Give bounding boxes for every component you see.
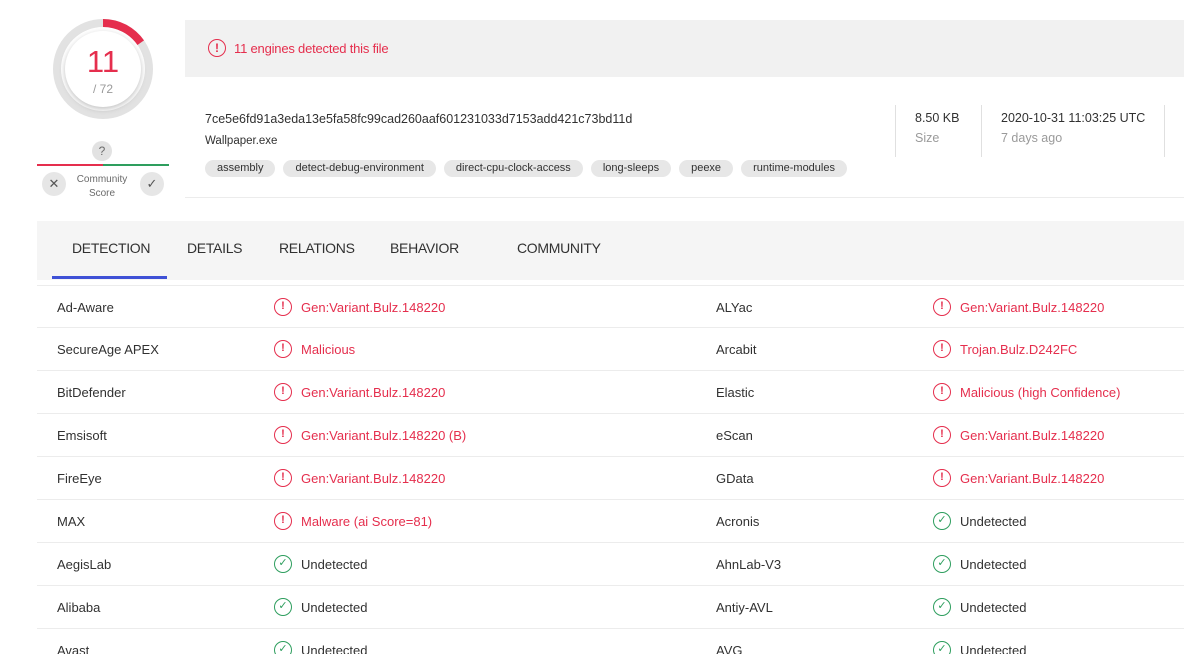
meta-divider [981, 105, 982, 157]
alert-circle-icon: ! [274, 469, 292, 487]
tag-runtime-modules[interactable]: runtime-modules [741, 160, 847, 177]
detection-result: Undetected [301, 557, 368, 572]
detection-result: Undetected [301, 600, 368, 615]
table-row: Alibaba ✓ Undetected Antiy-AVL ✓ Undetected [37, 586, 1184, 629]
table-row: Emsisoft! Gen:Variant.Bulz.148220 (B) eSca… [37, 414, 1184, 457]
file-name: Wallpaper.exe [205, 135, 278, 147]
alert-circle-icon: ! [274, 426, 292, 444]
table-row: Ad-Aware! Gen:Variant.Bulz.148220 ALYac! Ge… [37, 285, 1184, 328]
file-size-value: 8.50 KB [915, 111, 960, 125]
detection-result: Malicious [301, 342, 356, 357]
analysis-date-value: 2020-10-31 11:03:25 UTC [1001, 111, 1146, 125]
check-circle-icon: ✓ [933, 598, 951, 616]
alert-circle-icon: ! [274, 298, 292, 316]
community-label-line2: Score [88, 188, 116, 199]
alert-circle-icon: ! [933, 340, 951, 358]
tag-direct-cpu-clock-access[interactable]: direct-cpu-clock-access [443, 160, 583, 177]
detected-count: 11 [86, 44, 120, 79]
detection-result: Undetected [960, 514, 1027, 529]
check-circle-icon: ✓ [933, 512, 951, 530]
vote-harmless-button[interactable]: ✓ [140, 172, 164, 196]
detection-alert-text: 11 engines detected this file [234, 41, 389, 56]
file-tags: assembly detect-debug-environment direct… [205, 160, 847, 177]
table-row: SecureAge APEX! Malicious Arcabit! Trojan.B… [37, 328, 1184, 371]
tag-assembly[interactable]: assembly [205, 160, 276, 177]
meta-divider [895, 105, 896, 157]
file-hash[interactable]: 7ce5e6fd91a3eda13e5fa58fc99cad260aaf6012… [205, 112, 632, 126]
engine-name: SecureAge APEX [57, 342, 159, 357]
check-circle-icon: ✓ [274, 598, 292, 616]
table-row: AegisLab ✓ Undetected AhnLab-V3 ✓ Undetected [37, 543, 1184, 586]
alert-circle-icon: ! [274, 383, 292, 401]
detection-result: Undetected [301, 643, 368, 654]
engine-name: Elastic [716, 385, 755, 400]
detection-result: Gen:Variant.Bulz.148220 [301, 385, 446, 400]
alert-circle-icon: ! [208, 39, 226, 57]
detection-result: Gen:Variant.Bulz.148220 [301, 300, 446, 315]
detection-result: Undetected [960, 600, 1027, 615]
engine-name: MAX [57, 514, 86, 529]
table-row: Avast ✓ Undetected AVG ✓ Undetected [37, 629, 1184, 654]
engine-name: FireEye [57, 471, 102, 486]
community-score-label: Community Score [70, 173, 134, 201]
tab-details[interactable]: DETAILS [187, 240, 243, 256]
detection-result: Gen:Variant.Bulz.148220 [960, 300, 1105, 315]
engine-name: Emsisoft [57, 428, 107, 443]
alert-circle-icon: ! [933, 426, 951, 444]
engine-name: eScan [716, 428, 753, 443]
engine-name: Alibaba [57, 600, 101, 615]
alert-circle-icon: ! [274, 512, 292, 530]
check-circle-icon: ✓ [274, 641, 292, 654]
detection-result: Gen:Variant.Bulz.148220 [301, 471, 446, 486]
community-score-bar-negative [37, 164, 103, 166]
engine-name: ALYac [716, 300, 753, 315]
engine-name: Antiy-AVL [716, 600, 773, 615]
detection-table: Ad-Aware! Gen:Variant.Bulz.148220 ALYac! Ge… [37, 285, 1184, 654]
total-engines: / 72 [92, 82, 113, 96]
tag-long-sleeps[interactable]: long-sleeps [590, 160, 672, 177]
detection-result: Gen:Variant.Bulz.148220 [960, 471, 1105, 486]
tab-behavior[interactable]: BEHAVIOR [390, 240, 459, 256]
engine-name: Acronis [716, 514, 760, 529]
check-circle-icon: ✓ [933, 641, 951, 654]
detection-score-gauge: 11 / 72 [52, 18, 154, 120]
detection-result: Trojan.Bulz.D242FC [960, 342, 1078, 357]
engine-name: AhnLab-V3 [716, 557, 782, 572]
analysis-date-relative: 7 days ago [1001, 131, 1063, 145]
table-row: MAX! Malware (ai Score=81) Acronis ✓ Undetec… [37, 500, 1184, 543]
alert-circle-icon: ! [933, 383, 951, 401]
engine-name: Avast [57, 643, 90, 654]
tab-relations[interactable]: RELATIONS [279, 240, 355, 256]
check-circle-icon: ✓ [933, 555, 951, 573]
check-circle-icon: ✓ [274, 555, 292, 573]
detection-result: Gen:Variant.Bulz.148220 (B) [301, 428, 467, 443]
vote-harmful-button[interactable]: ✕ [42, 172, 66, 196]
detection-result: Undetected [960, 557, 1027, 572]
engine-name: Ad-Aware [57, 300, 114, 315]
engine-name: AegisLab [57, 557, 112, 572]
file-size-label: Size [915, 131, 940, 145]
alert-circle-icon: ! [933, 469, 951, 487]
tag-peexe[interactable]: peexe [679, 160, 734, 177]
alert-circle-icon: ! [933, 298, 951, 316]
engine-name: GData [716, 471, 754, 486]
tab-community[interactable]: COMMUNITY [517, 240, 601, 256]
community-score-bar-positive [103, 164, 169, 166]
alert-circle-icon: ! [274, 340, 292, 358]
engine-name: AVG [716, 643, 743, 654]
detection-result: Undetected [960, 643, 1027, 654]
engine-name: Arcabit [716, 342, 757, 357]
tag-detect-debug-environment[interactable]: detect-debug-environment [283, 160, 436, 177]
detection-result: Malicious (high Confidence) [960, 385, 1121, 400]
table-row: BitDefender! Gen:Variant.Bulz.148220 Elast… [37, 371, 1184, 414]
table-row: FireEye! Gen:Variant.Bulz.148220 GData! Gen… [37, 457, 1184, 500]
tab-detection[interactable]: DETECTION [72, 240, 151, 256]
community-score-help-icon[interactable]: ? [92, 141, 112, 161]
detection-result: Gen:Variant.Bulz.148220 [960, 428, 1105, 443]
meta-divider [1164, 105, 1165, 157]
detection-result: Malware (ai Score=81) [301, 514, 433, 529]
community-label-line1: Community [76, 174, 128, 185]
active-tab-indicator [52, 276, 167, 279]
engine-name: BitDefender [57, 385, 126, 400]
